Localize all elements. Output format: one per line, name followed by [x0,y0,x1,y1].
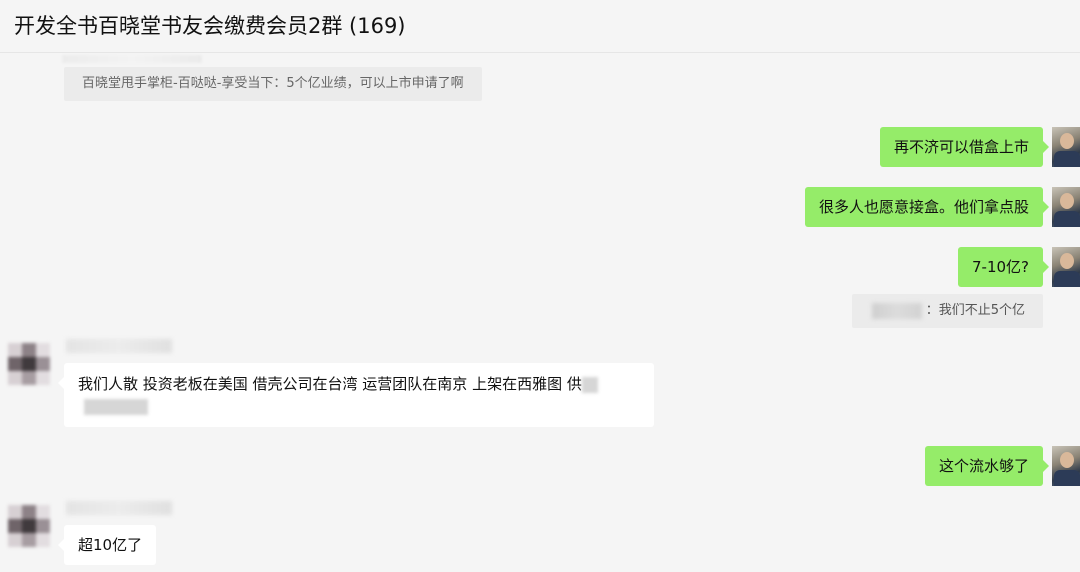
message-bubble-other[interactable]: 我们人散 投资老板在美国 借壳公司在台湾 运营团队在南京 上架在西雅图 供 [58,363,654,427]
sender-name [66,501,172,515]
sender-name [66,339,172,353]
self-avatar[interactable] [1052,127,1080,167]
message-text: 再不济可以借盒上市 [893,138,1029,156]
quoted-message: ：我们不止5个亿 [851,294,1043,328]
quoted-message-text: ：我们不止5个亿 [925,303,1025,318]
chat-header: 开发全书百晓堂书友会缴费会员2群 (169) [0,0,1080,53]
sender-avatar[interactable] [8,505,50,547]
avatar-face [1060,452,1074,468]
message-bubble-self[interactable]: 7-10亿? [957,247,1050,287]
avatar-face [1060,253,1074,269]
avatar-shirt [1054,470,1080,486]
chat-title: 开发全书百晓堂书友会缴费会员2群 (169) [14,14,406,38]
avatar-shirt [1054,271,1080,287]
self-avatar[interactable] [1052,446,1080,486]
blurred-text [84,398,148,415]
self-avatar[interactable] [1052,247,1080,287]
avatar-face [1060,193,1074,209]
message-text: 7-10亿? [971,258,1029,276]
blurred-content [62,55,202,63]
chat-window: 开发全书百晓堂书友会缴费会员2群 (169) 百晓堂甩手掌柜-百哒哒-享受当下：… [0,0,1080,572]
message-bubble-other[interactable]: 超10亿了 [57,525,157,565]
message-bubble-self[interactable]: 很多人也愿意接盒。他们拿点股 [804,187,1050,227]
avatar-shirt [1054,211,1080,227]
avatar-face [1060,133,1074,149]
message-text: 超10亿了 [78,536,143,554]
message-bubble-self[interactable]: 这个流水够了 [924,446,1050,486]
quoted-message-text: 百晓堂甩手掌柜-百哒哒-享受当下：5个亿业绩，可以上市申请了啊 [82,76,464,91]
message-text: 很多人也愿意接盒。他们拿点股 [818,198,1029,216]
avatar-shirt [1054,151,1080,167]
message-bubble-self[interactable]: 再不济可以借盒上市 [879,127,1050,167]
blurred-text [581,376,598,393]
blurred-name [871,302,922,319]
message-text: 这个流水够了 [938,457,1029,475]
self-avatar[interactable] [1052,187,1080,227]
sender-avatar[interactable] [8,343,50,385]
message-list[interactable]: 百晓堂甩手掌柜-百哒哒-享受当下：5个亿业绩，可以上市申请了啊 再不济可以借盒上… [0,53,1080,572]
quoted-message: 百晓堂甩手掌柜-百哒哒-享受当下：5个亿业绩，可以上市申请了啊 [64,67,482,101]
message-text: 我们人散 投资老板在美国 借壳公司在台湾 运营团队在南京 上架在西雅图 供 [78,375,582,393]
